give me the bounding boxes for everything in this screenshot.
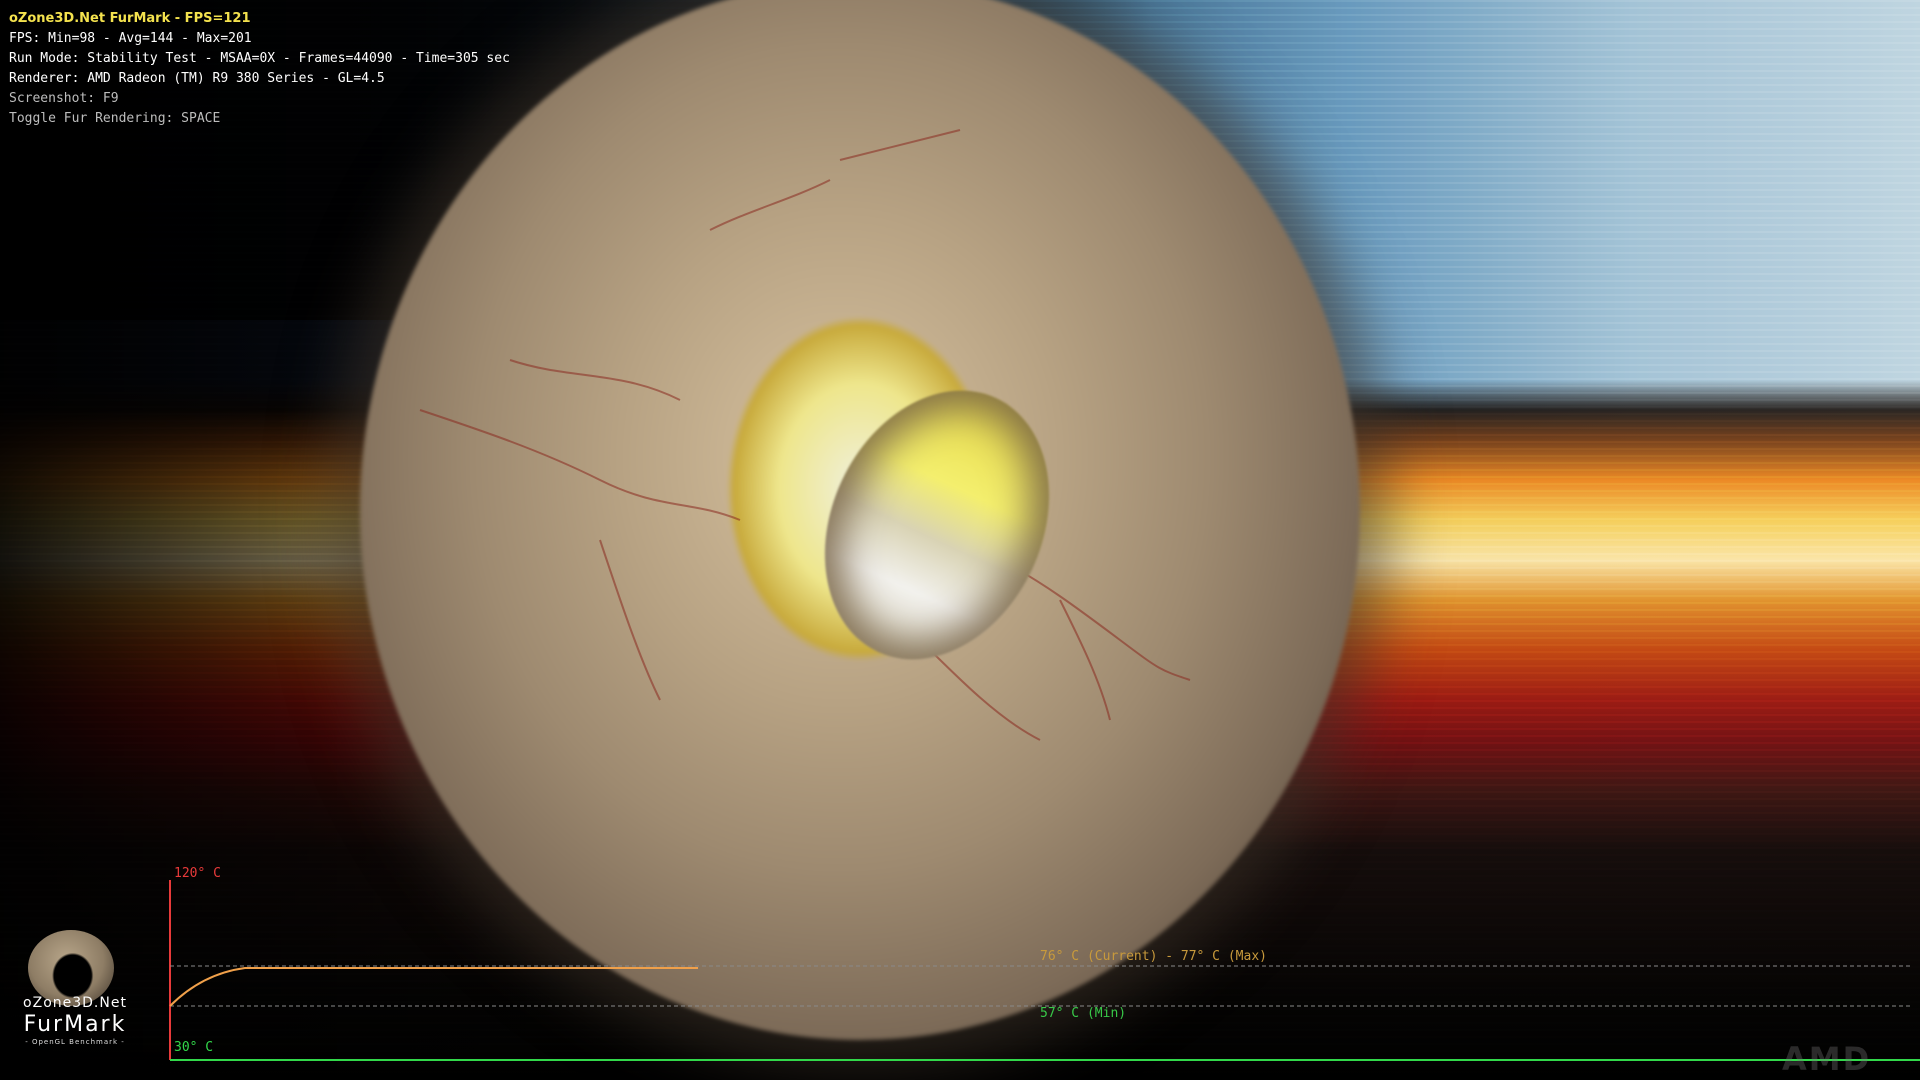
hud-toggle-hint: Toggle Fur Rendering: SPACE — [9, 111, 221, 126]
hud-renderer: Renderer: AMD Radeon (TM) R9 380 Series … — [9, 71, 385, 86]
amd-watermark-logo: AMD — [1782, 1040, 1872, 1078]
hud-fps-stats: FPS: Min=98 - Avg=144 - Max=201 — [9, 31, 252, 46]
logo-brand-text: oZone3D.Net — [23, 995, 127, 1011]
temperature-graph: 120° C 30° C 76° C (Current) - 77° C (Ma… — [0, 860, 1920, 1080]
temperature-curve — [169, 967, 698, 1007]
graph-min-axis-label: 30° C — [174, 1040, 214, 1055]
graph-current-max-label: 76° C (Current) - 77° C (Max) — [1040, 949, 1267, 964]
hud-overlay: oZone3D.Net FurMark - FPS=121 FPS: Min=9… — [9, 9, 510, 129]
furmark-render-window: oZone3D.Net FurMark - FPS=121 FPS: Min=9… — [0, 0, 1920, 1080]
graph-min-temp-label: 57° C (Min) — [1040, 1006, 1127, 1021]
hud-title: oZone3D.Net FurMark - FPS=121 — [9, 11, 251, 26]
graph-max-axis-label: 120° C — [174, 866, 221, 881]
hud-run-mode: Run Mode: Stability Test - MSAA=0X - Fra… — [9, 51, 510, 66]
logo-product-text: FurMark — [23, 1012, 127, 1037]
hud-screenshot-hint: Screenshot: F9 — [9, 91, 119, 106]
furmark-logo: oZone3D.Net FurMark - OpenGL Benchmark - — [10, 930, 142, 1060]
temperature-graph-canvas — [169, 880, 1920, 1061]
logo-tagline-text: - OpenGL Benchmark - — [25, 1038, 125, 1046]
